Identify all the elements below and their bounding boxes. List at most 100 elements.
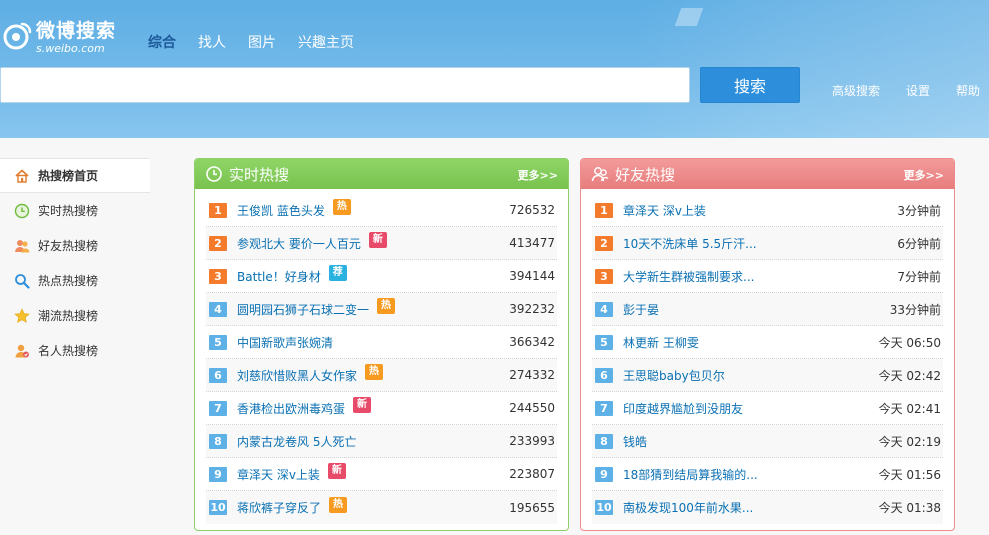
rank-badge: 8 [595, 433, 613, 449]
list-item[interactable]: 8 内蒙古龙卷风 5人死亡 233993 [206, 425, 557, 458]
more-link[interactable]: 更多>> [518, 167, 558, 183]
sidebar-item-friends[interactable]: 好友热搜榜 [0, 228, 150, 263]
list-item[interactable]: 9 章泽天 深v上装新 223807 [206, 458, 557, 491]
realtime-hot-panel: 实时热搜 更多>> 1 王俊凯 蓝色头发热 726532 2 参观北大 要价一人百元新 4… [194, 158, 569, 531]
timestamp: 今天 01:38 [878, 501, 941, 515]
list-item[interactable]: 1 章泽天 深v上装 3分钟前 [592, 194, 943, 227]
search-count: 223807 [509, 467, 555, 481]
star-icon [14, 307, 30, 323]
timestamp: 33分钟前 [889, 302, 941, 317]
sidebar: 热搜榜首页 实时热搜榜 好友热搜榜 热点热搜榜 潮流热搜榜 名人热搜榜 [0, 158, 150, 535]
clock-icon [206, 166, 222, 182]
item-title-link[interactable]: 彭于晏 [623, 301, 659, 318]
item-title-link[interactable]: 10天不洗床单 5.5斤汗... [623, 235, 757, 252]
list-item[interactable]: 1 王俊凯 蓝色头发热 726532 [206, 194, 557, 227]
list-item[interactable]: 7 香港检出欧洲毒鸡蛋新 244550 [206, 392, 557, 425]
search-button[interactable]: 搜索 [700, 67, 800, 103]
rank-badge: 5 [595, 334, 613, 350]
item-title-link[interactable]: 中国新歌声张婉清 [237, 334, 333, 351]
clock-icon [14, 203, 30, 218]
item-title-link[interactable]: 香港检出欧洲毒鸡蛋 [237, 400, 345, 417]
sidebar-item-realtime[interactable]: 实时热搜榜 [0, 193, 150, 228]
list-item[interactable]: 4 圆明园石狮子石球二变一热 392232 [206, 293, 557, 326]
item-title-link[interactable]: 刘慈欣惜败黑人女作家 [237, 367, 357, 384]
item-title-link[interactable]: 参观北大 要价一人百元 [237, 235, 361, 252]
realtime-list: 1 王俊凯 蓝色头发热 726532 2 参观北大 要价一人百元新 413477 3 Batt… [195, 189, 568, 524]
list-item[interactable]: 2 参观北大 要价一人百元新 413477 [206, 227, 557, 260]
list-item[interactable]: 5 中国新歌声张婉清 366342 [206, 326, 557, 359]
friends-list: 1 章泽天 深v上装 3分钟前 2 10天不洗床单 5.5斤汗... 6分钟前 3 大学新生群… [581, 189, 954, 524]
sidebar-item-label: 实时热搜榜 [38, 204, 99, 218]
rank-badge: 6 [595, 367, 613, 383]
rank-badge: 9 [595, 466, 613, 482]
sidebar-item-trend[interactable]: 潮流热搜榜 [0, 298, 150, 333]
item-title-link[interactable]: 内蒙古龙卷风 5人死亡 [237, 433, 356, 450]
list-item[interactable]: 7 印度越界尴尬到没朋友 今天 02:41 [592, 392, 943, 425]
item-title-link[interactable]: 大学新生群被强制要求... [623, 268, 754, 285]
new-tag-badge: 新 [368, 232, 387, 248]
item-title-link[interactable]: 南极发现100年前水果... [623, 499, 753, 516]
list-item[interactable]: 6 刘慈欣惜败黑人女作家热 274332 [206, 359, 557, 392]
sidebar-item-label: 热点热搜榜 [38, 274, 99, 288]
search-input[interactable] [0, 67, 690, 103]
item-title-link[interactable]: 王俊凯 蓝色头发 [237, 202, 325, 219]
timestamp: 7分钟前 [897, 269, 941, 284]
rank-badge: 10 [595, 500, 613, 515]
sidebar-item-hotspot[interactable]: 热点热搜榜 [0, 263, 150, 298]
top-nav: 综合 找人 图片 兴趣主页 [148, 32, 354, 52]
celebrity-icon [15, 344, 29, 357]
weibo-search-logo[interactable]: 微博搜索 s.weibo.com [2, 16, 142, 56]
rank-badge: 2 [595, 235, 613, 251]
help-link[interactable]: 帮助 [956, 82, 980, 99]
search-count: 233993 [509, 434, 555, 448]
sidebar-item-home[interactable]: 热搜榜首页 [0, 158, 150, 193]
search-count: 413477 [509, 236, 555, 250]
rank-badge: 8 [209, 433, 227, 449]
list-item[interactable]: 6 王思聪baby包贝尔 今天 02:42 [592, 359, 943, 392]
item-title-link[interactable]: 林更新 王柳雯 [623, 334, 699, 351]
timestamp: 今天 02:42 [878, 368, 941, 383]
search-count: 244550 [509, 401, 555, 415]
list-item[interactable]: 2 10天不洗床单 5.5斤汗... 6分钟前 [592, 227, 943, 260]
list-item[interactable]: 8 钱皓 今天 02:19 [592, 425, 943, 458]
settings-link[interactable]: 设置 [906, 82, 930, 99]
nav-tab-interest-pages[interactable]: 兴趣主页 [298, 32, 354, 52]
nav-tab-images[interactable]: 图片 [248, 32, 276, 52]
rank-badge: 4 [209, 301, 227, 317]
search-count: 366342 [509, 335, 555, 349]
list-item[interactable]: 3 Battle！好身材荐 394144 [206, 260, 557, 293]
search-count: 195655 [509, 500, 555, 515]
sidebar-item-celebrity[interactable]: 名人热搜榜 [0, 333, 150, 368]
rank-badge: 5 [209, 334, 227, 350]
sidebar-item-label: 潮流热搜榜 [38, 309, 99, 323]
more-link[interactable]: 更多>> [904, 167, 944, 183]
item-title-link[interactable]: 钱皓 [623, 433, 647, 450]
item-title-link[interactable]: Battle！好身材 [237, 268, 321, 285]
list-item[interactable]: 3 大学新生群被强制要求... 7分钟前 [592, 260, 943, 293]
home-icon [15, 168, 29, 183]
item-title-link[interactable]: 蒋欣裤子穿反了 [237, 499, 321, 516]
rank-badge: 7 [209, 400, 227, 416]
item-title-link[interactable]: 圆明园石狮子石球二变一 [237, 301, 369, 318]
timestamp: 今天 01:56 [878, 467, 941, 482]
hot-tag-badge: 热 [329, 496, 348, 513]
nav-tab-comprehensive[interactable]: 综合 [148, 32, 176, 52]
rank-badge: 1 [209, 202, 227, 218]
advanced-search-link[interactable]: 高级搜索 [832, 82, 880, 99]
list-item[interactable]: 4 彭于晏 33分钟前 [592, 293, 943, 326]
nav-tab-find-people[interactable]: 找人 [198, 32, 226, 52]
item-title-link[interactable]: 18部猜到结局算我输的... [623, 466, 758, 483]
item-title-link[interactable]: 章泽天 深v上装 [623, 202, 706, 219]
list-item[interactable]: 5 林更新 王柳雯 今天 06:50 [592, 326, 943, 359]
list-item[interactable]: 9 18部猜到结局算我输的... 今天 01:56 [592, 458, 943, 491]
timestamp: 今天 02:19 [878, 434, 941, 449]
timestamp: 今天 06:50 [878, 335, 941, 350]
item-title-link[interactable]: 印度越界尴尬到没朋友 [623, 400, 743, 417]
rank-badge: 4 [595, 301, 613, 317]
item-title-link[interactable]: 章泽天 深v上装 [237, 466, 320, 483]
rank-badge: 9 [209, 466, 227, 482]
timestamp: 6分钟前 [897, 236, 941, 251]
list-item[interactable]: 10 蒋欣裤子穿反了热 195655 [206, 491, 557, 524]
list-item[interactable]: 10 南极发现100年前水果... 今天 01:38 [592, 491, 943, 524]
item-title-link[interactable]: 王思聪baby包贝尔 [623, 367, 725, 384]
